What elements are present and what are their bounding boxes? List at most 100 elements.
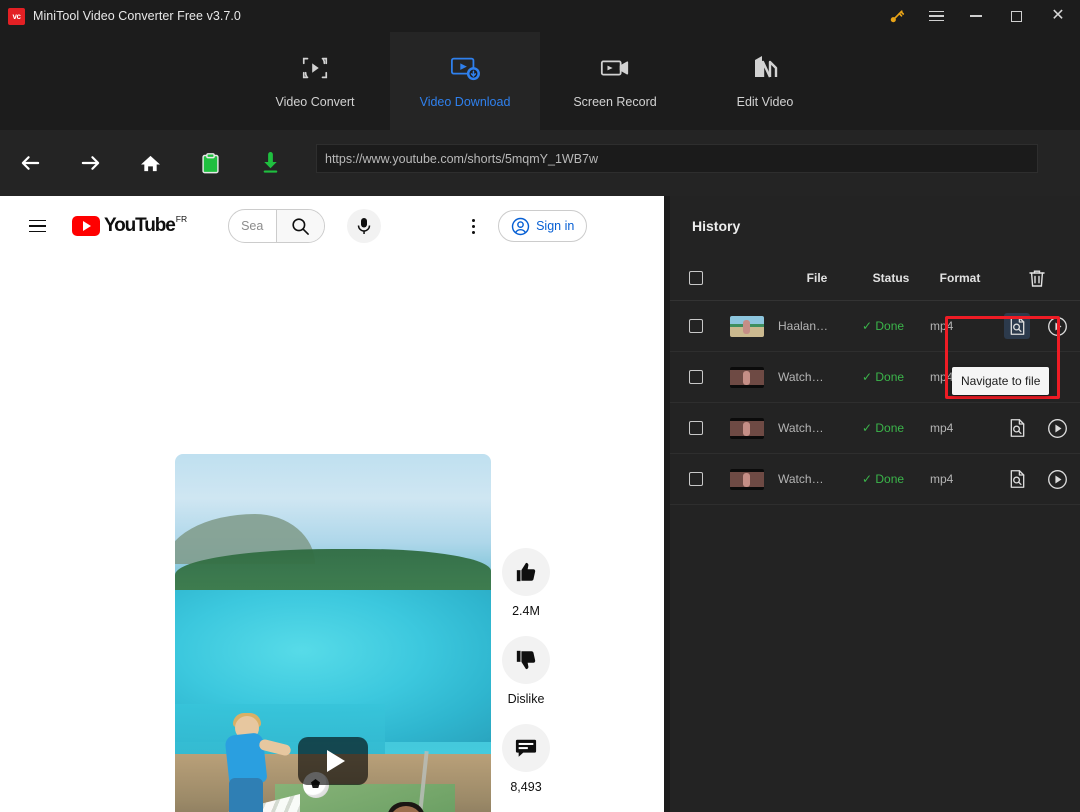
dislike-button[interactable]: Dislike bbox=[502, 636, 550, 706]
youtube-menu-icon[interactable] bbox=[29, 216, 46, 237]
row-checkbox-cell bbox=[670, 472, 722, 486]
row-file-name: Watch… bbox=[778, 472, 824, 486]
navigate-to-file-icon[interactable] bbox=[1004, 313, 1030, 339]
row-format: mp4 bbox=[930, 319, 954, 333]
download-icon[interactable] bbox=[240, 130, 300, 196]
history-table-header: File Status Format bbox=[670, 256, 1080, 301]
row-thumbnail-cell bbox=[722, 315, 778, 337]
search-input-text: Sea bbox=[241, 219, 264, 233]
youtube-logo[interactable]: YouTube FR bbox=[72, 214, 188, 236]
row-file-name: Watch… bbox=[778, 421, 824, 435]
thumbs-down-icon bbox=[502, 636, 550, 684]
tab-edit-video[interactable]: Edit Video bbox=[690, 32, 840, 130]
column-header-file: File bbox=[806, 271, 828, 285]
row-checkbox-cell bbox=[670, 319, 722, 333]
microphone-icon[interactable] bbox=[347, 209, 382, 243]
person-striped-jersey bbox=[381, 802, 459, 812]
video-convert-icon bbox=[299, 53, 331, 83]
row-checkbox-cell bbox=[670, 421, 722, 435]
row-file-name: Watch… bbox=[778, 370, 824, 384]
clipboard-paste-icon[interactable] bbox=[180, 130, 240, 196]
history-title: History bbox=[692, 218, 741, 234]
navigate-to-file-icon[interactable] bbox=[1004, 415, 1030, 441]
youtube-country-code: FR bbox=[175, 214, 188, 224]
url-input[interactable]: https://www.youtube.com/shorts/5mqmY_1WB… bbox=[316, 144, 1038, 173]
video-download-icon bbox=[448, 53, 482, 83]
tab-label: Video Download bbox=[419, 95, 511, 109]
minimize-icon[interactable] bbox=[956, 0, 996, 32]
search-input[interactable]: Sea bbox=[228, 209, 326, 243]
sign-in-label: Sign in bbox=[536, 219, 575, 233]
select-all-checkbox[interactable] bbox=[689, 271, 703, 285]
tab-label: Screen Record bbox=[573, 95, 657, 109]
youtube-header: YouTube FR Sea Sign in bbox=[0, 196, 664, 256]
history-panel: History File Status Format Haalan… ✓ Don… bbox=[670, 196, 1080, 812]
row-format: mp4 bbox=[930, 421, 954, 435]
row-thumbnail bbox=[730, 468, 764, 490]
comment-icon bbox=[502, 724, 550, 772]
close-icon[interactable]: ✕ bbox=[1036, 0, 1080, 32]
column-header-format: Format bbox=[939, 271, 981, 285]
table-row[interactable]: Haalan… ✓ Done mp4 bbox=[670, 301, 1080, 352]
like-button[interactable]: 2.4M bbox=[502, 548, 550, 618]
back-arrow-icon[interactable] bbox=[0, 130, 60, 196]
sign-in-button[interactable]: Sign in bbox=[498, 210, 588, 242]
play-icon[interactable] bbox=[1044, 415, 1070, 441]
shorts-video-player[interactable]: @highdiverfly Subscribe Huge Super Slide… bbox=[175, 454, 491, 812]
shorts-action-rail: 2.4M Dislike 8,493 bbox=[502, 548, 550, 812]
row-actions bbox=[994, 313, 1080, 339]
delete-all-cell bbox=[994, 265, 1080, 291]
row-thumbnail-cell bbox=[722, 417, 778, 439]
hamburger-menu-icon[interactable] bbox=[916, 0, 956, 32]
tab-screen-record[interactable]: Screen Record bbox=[540, 32, 690, 130]
more-vertical-icon[interactable] bbox=[462, 211, 484, 241]
tooltip-navigate-to-file: Navigate to file bbox=[952, 367, 1050, 395]
window-controls: ✕ bbox=[876, 0, 1080, 32]
row-checkbox[interactable] bbox=[689, 472, 703, 486]
play-icon[interactable] bbox=[1044, 313, 1070, 339]
like-count: 2.4M bbox=[512, 604, 540, 618]
home-icon[interactable] bbox=[120, 130, 180, 196]
row-checkbox[interactable] bbox=[689, 370, 703, 384]
row-checkbox[interactable] bbox=[689, 319, 703, 333]
youtube-wordmark: YouTube bbox=[104, 215, 176, 236]
row-thumbnail bbox=[730, 315, 764, 337]
youtube-play-icon bbox=[72, 216, 100, 236]
row-thumbnail bbox=[730, 366, 764, 388]
table-row[interactable]: Watch… ✓ Done mp4 bbox=[670, 403, 1080, 454]
row-thumbnail-cell bbox=[722, 366, 778, 388]
app-logo-icon: vc bbox=[8, 7, 25, 25]
row-status: ✓ Done bbox=[862, 421, 905, 435]
row-status: ✓ Done bbox=[862, 472, 905, 486]
table-row[interactable]: Watch… ✓ Done mp4 bbox=[670, 454, 1080, 505]
tab-video-download[interactable]: Video Download bbox=[390, 32, 540, 130]
column-header-status: Status bbox=[872, 271, 910, 285]
comment-count: 8,493 bbox=[510, 780, 542, 794]
row-format: mp4 bbox=[930, 472, 954, 486]
minitool-video-converter-window: vc MiniTool Video Converter Free v3.7.0 … bbox=[0, 0, 1080, 812]
screen-record-icon bbox=[599, 53, 631, 83]
row-file-name: Haalan… bbox=[778, 319, 829, 333]
maximize-icon[interactable] bbox=[996, 0, 1036, 32]
comments-button[interactable]: 8,493 bbox=[502, 724, 550, 794]
row-status: ✓ Done bbox=[862, 370, 905, 384]
forward-arrow-icon[interactable] bbox=[60, 130, 120, 196]
edit-video-icon bbox=[750, 53, 780, 83]
youtube-embedded-browser: YouTube FR Sea Sign in 2.4M Dislike 8,49… bbox=[0, 196, 664, 812]
person-blue-shirt bbox=[223, 713, 292, 812]
row-status: ✓ Done bbox=[862, 319, 905, 333]
search-icon[interactable] bbox=[276, 210, 325, 242]
navigate-to-file-icon[interactable] bbox=[1004, 466, 1030, 492]
row-thumbnail bbox=[730, 417, 764, 439]
thumbs-up-icon bbox=[502, 548, 550, 596]
dislike-label: Dislike bbox=[507, 692, 545, 706]
play-button[interactable] bbox=[298, 737, 368, 785]
row-actions bbox=[994, 415, 1080, 441]
play-icon[interactable] bbox=[1044, 466, 1070, 492]
tab-label: Video Convert bbox=[275, 95, 355, 109]
tab-label: Edit Video bbox=[736, 95, 794, 109]
key-icon[interactable] bbox=[876, 0, 916, 32]
tab-video-convert[interactable]: Video Convert bbox=[240, 32, 390, 130]
row-checkbox[interactable] bbox=[689, 421, 703, 435]
trash-icon[interactable] bbox=[1024, 265, 1050, 291]
